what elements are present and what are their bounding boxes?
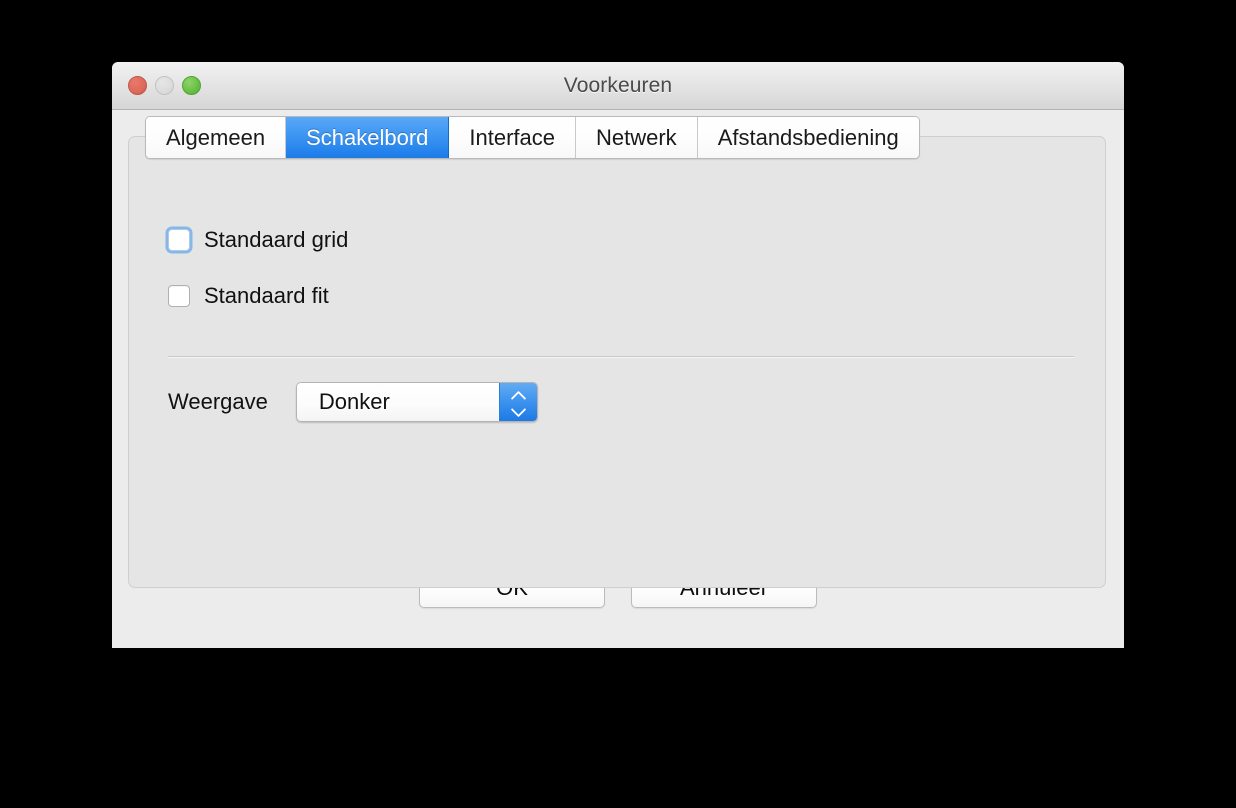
- checkbox-label-standaard-grid: Standaard grid: [204, 227, 349, 252]
- tab-strip: Algemeen Schakelbord Interface Netwerk A…: [145, 116, 920, 159]
- preferences-window: Voorkeuren Standaard grid Standaard fit: [112, 62, 1124, 648]
- tab-interface[interactable]: Interface: [449, 117, 576, 158]
- window-titlebar: Voorkeuren: [112, 62, 1124, 110]
- chevron-down-icon[interactable]: [511, 405, 526, 413]
- checkbox-standaard-grid[interactable]: [168, 229, 190, 251]
- setting-row-weergave: Weergave Donker: [168, 382, 538, 422]
- popup-label-weergave: Weergave: [168, 389, 268, 414]
- weergave-selected-value[interactable]: Donker: [296, 383, 499, 421]
- tab-afstandsbediening[interactable]: Afstandsbediening: [697, 117, 919, 158]
- tab-netwerk[interactable]: Netwerk: [576, 117, 698, 158]
- section-divider: [168, 356, 1074, 358]
- checkbox-label-standaard-fit: Standaard fit: [204, 283, 329, 308]
- setting-row-standaard-fit: Standaard fit: [168, 283, 329, 309]
- window-title: Voorkeuren: [563, 74, 673, 97]
- tab-panel-schakelbord: Standaard grid Standaard fit Weergave Do…: [128, 136, 1106, 588]
- weergave-popup-control[interactable]: Donker: [295, 382, 538, 422]
- chevron-up-icon[interactable]: [511, 392, 526, 400]
- tab-schakelbord[interactable]: Schakelbord: [286, 117, 450, 158]
- screen: Voorkeuren Standaard grid Standaard fit: [0, 0, 1236, 808]
- checkbox-standaard-fit[interactable]: [168, 285, 190, 307]
- panel-content: Standaard grid Standaard fit Weergave Do…: [129, 137, 1105, 587]
- weergave-stepper[interactable]: [498, 383, 537, 421]
- setting-row-standaard-grid: Standaard grid: [168, 227, 348, 253]
- tab-algemeen[interactable]: Algemeen: [146, 117, 287, 158]
